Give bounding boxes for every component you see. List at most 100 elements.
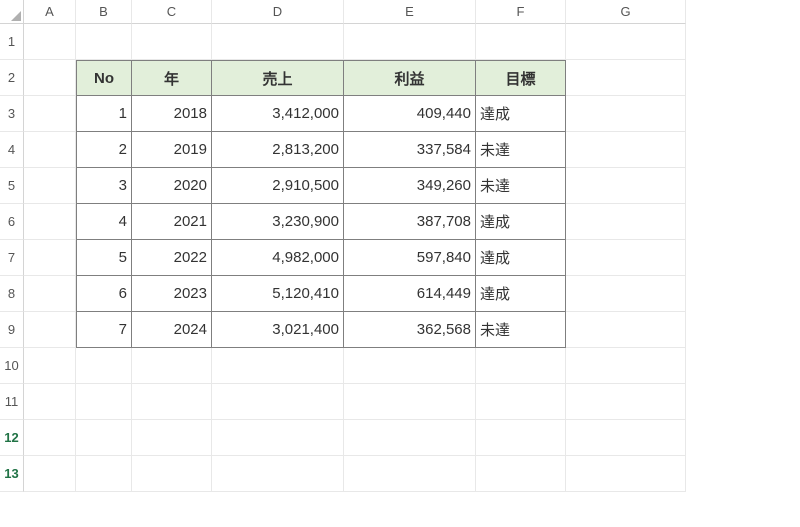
table-cell[interactable]: 7 [76, 312, 132, 348]
row-header-12[interactable]: 12 [0, 420, 24, 456]
cell-A4[interactable] [24, 132, 76, 168]
row-header-10[interactable]: 10 [0, 348, 24, 384]
col-header-D[interactable]: D [212, 0, 344, 24]
cell-G13[interactable] [566, 456, 686, 492]
table-cell[interactable]: 409,440 [344, 96, 476, 132]
table-cell[interactable]: 387,708 [344, 204, 476, 240]
col-header-E[interactable]: E [344, 0, 476, 24]
table-cell[interactable]: 3 [76, 168, 132, 204]
row-header-8[interactable]: 8 [0, 276, 24, 312]
table-cell[interactable]: 6 [76, 276, 132, 312]
cell-G2[interactable] [566, 60, 686, 96]
cell-F10[interactable] [476, 348, 566, 384]
table-cell[interactable]: 未達 [476, 132, 566, 168]
cell-F1[interactable] [476, 24, 566, 60]
cell-G5[interactable] [566, 168, 686, 204]
cell-A13[interactable] [24, 456, 76, 492]
table-cell[interactable]: 2,910,500 [212, 168, 344, 204]
cell-G12[interactable] [566, 420, 686, 456]
table-header-target[interactable]: 目標 [476, 60, 566, 96]
table-cell[interactable]: 3,230,900 [212, 204, 344, 240]
cell-A1[interactable] [24, 24, 76, 60]
cell-A10[interactable] [24, 348, 76, 384]
table-cell[interactable]: 2023 [132, 276, 212, 312]
table-cell[interactable]: 1 [76, 96, 132, 132]
cell-G8[interactable] [566, 276, 686, 312]
cell-B11[interactable] [76, 384, 132, 420]
table-cell[interactable]: 2,813,200 [212, 132, 344, 168]
table-cell[interactable]: 337,584 [344, 132, 476, 168]
cell-D13[interactable] [212, 456, 344, 492]
table-cell[interactable]: 3,412,000 [212, 96, 344, 132]
table-cell[interactable]: 3,021,400 [212, 312, 344, 348]
cell-E1[interactable] [344, 24, 476, 60]
table-cell[interactable]: 達成 [476, 276, 566, 312]
table-cell[interactable]: 2 [76, 132, 132, 168]
table-cell[interactable]: 2024 [132, 312, 212, 348]
table-cell[interactable]: 未達 [476, 312, 566, 348]
cell-D12[interactable] [212, 420, 344, 456]
cell-B1[interactable] [76, 24, 132, 60]
table-header-year[interactable]: 年 [132, 60, 212, 96]
cell-D10[interactable] [212, 348, 344, 384]
row-header-5[interactable]: 5 [0, 168, 24, 204]
table-cell[interactable]: 362,568 [344, 312, 476, 348]
cell-F12[interactable] [476, 420, 566, 456]
cell-C10[interactable] [132, 348, 212, 384]
cell-G1[interactable] [566, 24, 686, 60]
cell-F11[interactable] [476, 384, 566, 420]
row-header-6[interactable]: 6 [0, 204, 24, 240]
col-header-C[interactable]: C [132, 0, 212, 24]
spreadsheet-grid[interactable]: A B C D E F G 1 2 No 年 売上 利益 目標 3 1 2018… [0, 0, 800, 492]
row-header-9[interactable]: 9 [0, 312, 24, 348]
row-header-7[interactable]: 7 [0, 240, 24, 276]
table-cell[interactable]: 達成 [476, 240, 566, 276]
cell-A8[interactable] [24, 276, 76, 312]
cell-A12[interactable] [24, 420, 76, 456]
cell-B12[interactable] [76, 420, 132, 456]
row-header-4[interactable]: 4 [0, 132, 24, 168]
row-header-11[interactable]: 11 [0, 384, 24, 420]
table-cell[interactable]: 4,982,000 [212, 240, 344, 276]
table-cell[interactable]: 349,260 [344, 168, 476, 204]
cell-E11[interactable] [344, 384, 476, 420]
table-header-no[interactable]: No [76, 60, 132, 96]
cell-G4[interactable] [566, 132, 686, 168]
col-header-B[interactable]: B [76, 0, 132, 24]
cell-E12[interactable] [344, 420, 476, 456]
row-header-2[interactable]: 2 [0, 60, 24, 96]
table-header-sales[interactable]: 売上 [212, 60, 344, 96]
cell-C13[interactable] [132, 456, 212, 492]
cell-B13[interactable] [76, 456, 132, 492]
table-header-profit[interactable]: 利益 [344, 60, 476, 96]
table-cell[interactable]: 2020 [132, 168, 212, 204]
cell-A11[interactable] [24, 384, 76, 420]
cell-G3[interactable] [566, 96, 686, 132]
cell-G9[interactable] [566, 312, 686, 348]
cell-C11[interactable] [132, 384, 212, 420]
cell-E13[interactable] [344, 456, 476, 492]
cell-A6[interactable] [24, 204, 76, 240]
cell-G11[interactable] [566, 384, 686, 420]
cell-G10[interactable] [566, 348, 686, 384]
table-cell[interactable]: 2022 [132, 240, 212, 276]
table-cell[interactable]: 2018 [132, 96, 212, 132]
cell-C12[interactable] [132, 420, 212, 456]
table-cell[interactable]: 2021 [132, 204, 212, 240]
col-header-A[interactable]: A [24, 0, 76, 24]
cell-A9[interactable] [24, 312, 76, 348]
table-cell[interactable]: 達成 [476, 204, 566, 240]
cell-F13[interactable] [476, 456, 566, 492]
table-cell[interactable]: 未達 [476, 168, 566, 204]
cell-D1[interactable] [212, 24, 344, 60]
cell-C1[interactable] [132, 24, 212, 60]
table-cell[interactable]: 4 [76, 204, 132, 240]
table-cell[interactable]: 5 [76, 240, 132, 276]
cell-G7[interactable] [566, 240, 686, 276]
cell-B10[interactable] [76, 348, 132, 384]
col-header-F[interactable]: F [476, 0, 566, 24]
table-cell[interactable]: 2019 [132, 132, 212, 168]
select-all-corner[interactable] [0, 0, 24, 24]
cell-G6[interactable] [566, 204, 686, 240]
cell-A7[interactable] [24, 240, 76, 276]
